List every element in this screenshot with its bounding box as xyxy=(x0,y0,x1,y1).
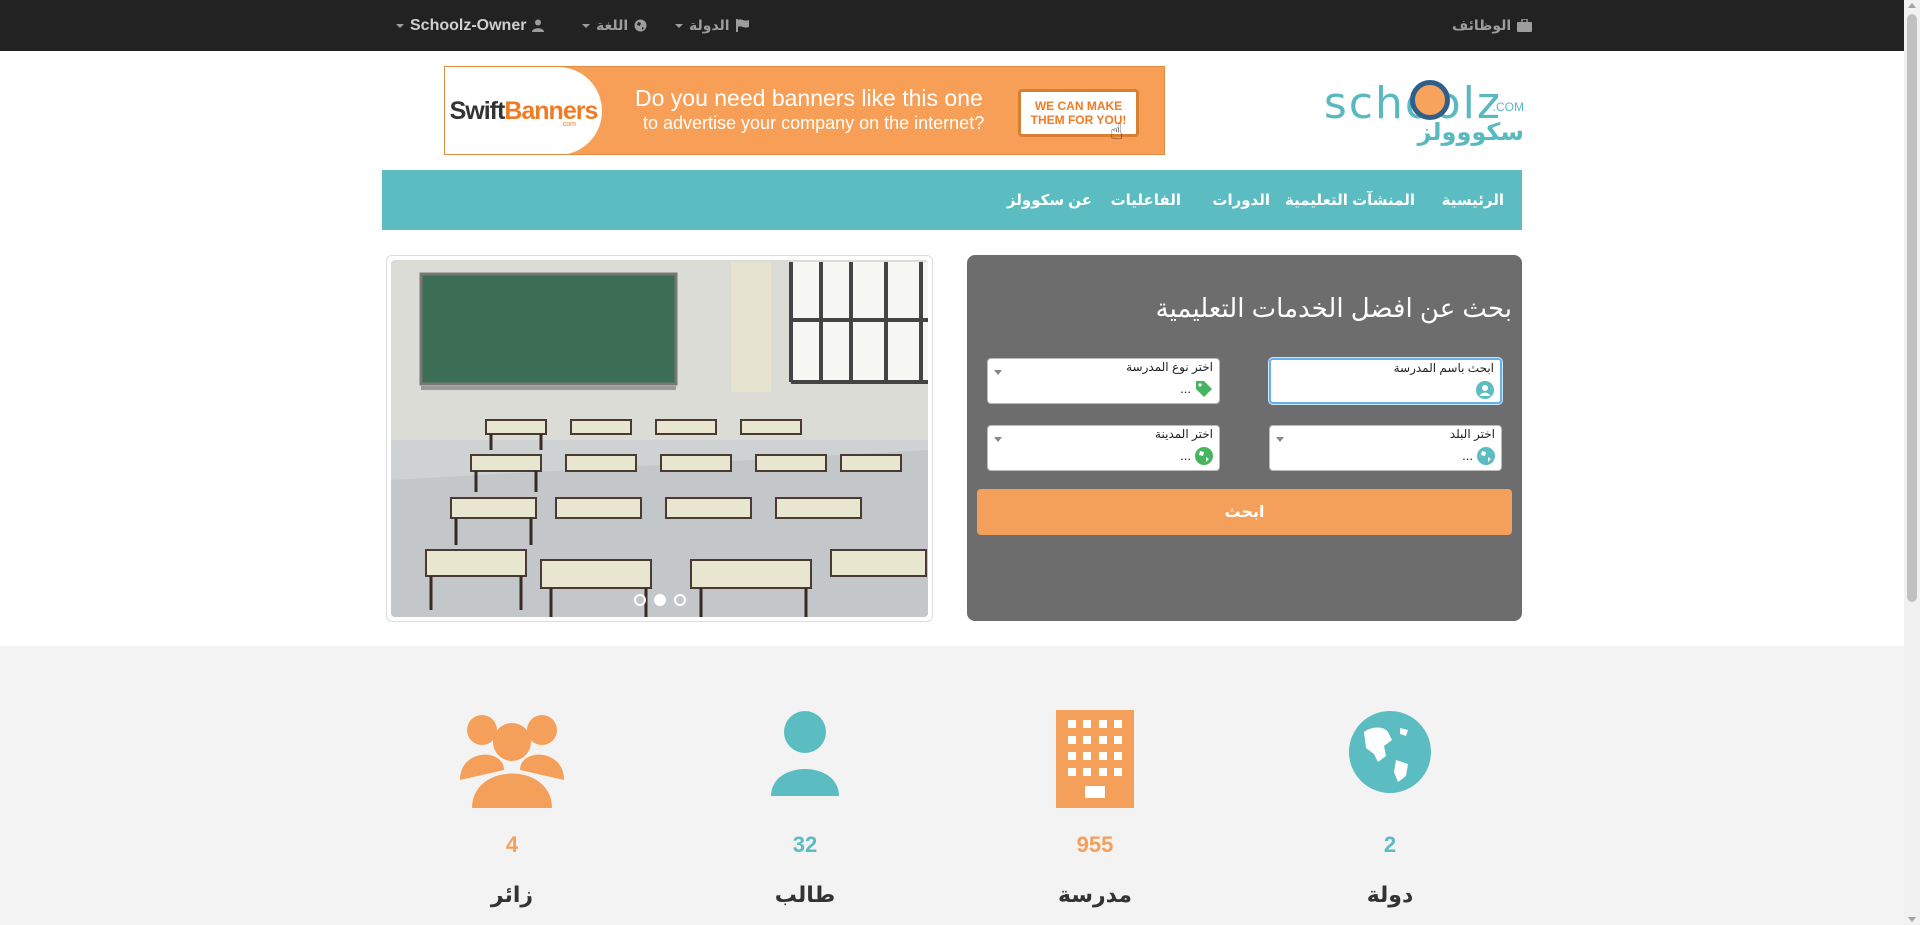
country-dropdown[interactable]: الدولة xyxy=(675,0,750,51)
classroom-photo xyxy=(391,260,928,617)
vertical-scrollbar[interactable] xyxy=(1904,0,1920,925)
classroom-image xyxy=(391,260,928,617)
magnifier-icon xyxy=(1410,80,1450,120)
globe-icon xyxy=(1477,447,1495,465)
banner-brand-bold: Banners xyxy=(504,96,598,125)
user-icon xyxy=(532,19,545,32)
carousel-indicators xyxy=(387,594,932,606)
globe-icon xyxy=(634,19,647,32)
banner-headline: Do you need banners like this one xyxy=(635,85,983,111)
user-circle-icon xyxy=(1476,381,1494,399)
stat-visitors-value: 4 xyxy=(505,832,519,857)
search-panel: بحث عن افضل الخدمات التعليمية ابحث باسم … xyxy=(967,255,1522,621)
country-label: الدولة xyxy=(689,17,730,33)
jobs-label: الوظائف xyxy=(1452,17,1512,33)
country-select[interactable]: اختر البلد ... xyxy=(1269,425,1502,471)
user-menu-dropdown[interactable]: Schoolz-Owner xyxy=(396,0,545,51)
scroll-up-arrow-icon[interactable] xyxy=(1908,3,1916,8)
chevron-down-icon xyxy=(1276,437,1284,442)
banner-cta-line1: WE CAN MAKE xyxy=(1034,99,1123,113)
country-select-value: ... xyxy=(1462,448,1473,463)
banner-brand-sub: .com xyxy=(560,121,576,128)
advertisement-banner[interactable]: SwiftBanners .com Do you need banners li… xyxy=(444,66,1165,155)
stat-schools-label: مدرسة xyxy=(1058,882,1132,907)
user-icon xyxy=(771,711,839,796)
carousel-dot-2[interactable] xyxy=(653,594,666,606)
stat-countries-value: 2 xyxy=(1383,832,1397,857)
school-name-input[interactable]: ابحث باسم المدرسة xyxy=(1269,358,1502,404)
chevron-down-icon xyxy=(994,370,1002,375)
banner-brand: SwiftBanners .com xyxy=(445,67,602,154)
globe-icon xyxy=(1349,711,1431,793)
city-select-value: ... xyxy=(1180,448,1191,463)
banner-subline: to advertise your company on the interne… xyxy=(643,113,985,133)
country-select-label: اختر البلد xyxy=(1449,427,1495,441)
tag-icon xyxy=(1196,381,1212,397)
city-select-label: اختر المدينة xyxy=(1155,427,1213,441)
top-navbar: Schoolz-Owner اللغة الدولة الوظائف xyxy=(0,0,1904,51)
school-name-label: ابحث باسم المدرسة xyxy=(1393,361,1494,375)
stats-section: 2 دولة 955 مدرسة 32 طالب 4 زائر xyxy=(0,646,1904,925)
stat-visitors-label: زائر xyxy=(490,882,534,907)
school-type-select[interactable]: اختر نوع المدرسة ... xyxy=(987,358,1220,404)
building-icon xyxy=(1056,710,1134,808)
nav-home[interactable]: الرئيسية xyxy=(1442,170,1504,230)
school-type-label: اختر نوع المدرسة xyxy=(1126,360,1213,374)
logo-com: .COM xyxy=(1492,100,1524,114)
stat-schools-value: 955 xyxy=(1076,832,1114,857)
nav-about[interactable]: عن سكوولز xyxy=(1007,170,1092,230)
nav-institutions[interactable]: المنشآت التعليمية xyxy=(1285,170,1415,230)
stat-students-value: 32 xyxy=(792,832,818,857)
stat-students: 32 طالب xyxy=(705,646,905,925)
jobs-link[interactable]: الوظائف xyxy=(1452,0,1533,51)
nav-courses[interactable]: الدورات xyxy=(1212,170,1270,230)
main-navigation: الرئيسية المنشآت التعليمية الدورات الفاع… xyxy=(382,170,1522,230)
globe-icon xyxy=(1195,447,1213,465)
user-menu-label: Schoolz-Owner xyxy=(410,16,527,34)
stat-countries-label: دولة xyxy=(1366,882,1414,907)
chevron-down-icon xyxy=(396,23,404,28)
pointer-hand-icon: ☝ xyxy=(1110,119,1124,144)
chevron-down-icon xyxy=(994,437,1002,442)
stat-students-label: طالب xyxy=(774,882,836,907)
users-icon xyxy=(460,715,564,808)
carousel-dot-3[interactable] xyxy=(673,594,686,606)
language-label: اللغة xyxy=(596,17,629,33)
chevron-down-icon xyxy=(582,23,590,28)
stat-countries: 2 دولة xyxy=(1290,646,1490,925)
briefcase-icon xyxy=(1517,19,1533,32)
school-type-value: ... xyxy=(1180,381,1191,396)
stat-schools: 955 مدرسة xyxy=(995,646,1195,925)
banner-brand-name: Swift xyxy=(449,96,506,125)
search-button[interactable]: ابحث xyxy=(977,489,1512,535)
image-carousel[interactable] xyxy=(386,255,933,622)
site-logo[interactable]: schoolz .COM سكووولز xyxy=(1298,78,1524,146)
carousel-dot-1[interactable] xyxy=(633,594,646,606)
stat-visitors: 4 زائر xyxy=(412,646,612,925)
search-title: بحث عن افضل الخدمات التعليمية xyxy=(1155,293,1512,323)
logo-text-ar: سكووولز xyxy=(1417,119,1524,146)
nav-events[interactable]: الفاعليات xyxy=(1111,170,1181,230)
scrollbar-thumb[interactable] xyxy=(1907,14,1917,602)
language-dropdown[interactable]: اللغة xyxy=(582,0,647,51)
chevron-down-icon xyxy=(675,23,683,28)
scroll-down-arrow-icon[interactable] xyxy=(1908,917,1916,922)
city-select[interactable]: اختر المدينة ... xyxy=(987,425,1220,471)
flag-icon xyxy=(735,19,749,32)
